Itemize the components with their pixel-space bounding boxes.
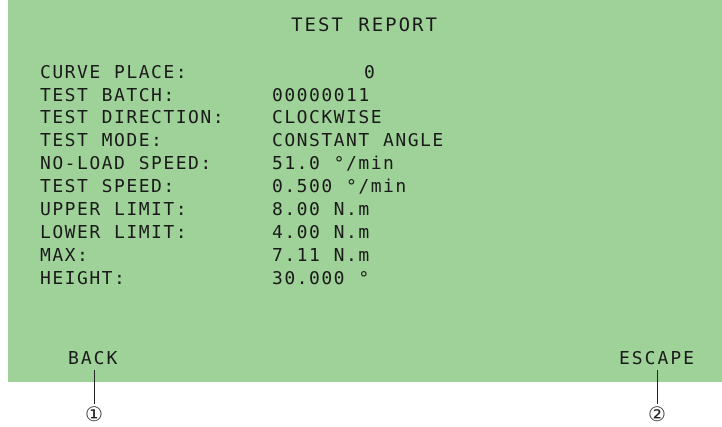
back-button[interactable]: BACK — [68, 348, 119, 369]
max-label: MAX: — [40, 245, 90, 266]
callout-leader-line-1 — [94, 370, 95, 404]
curve-place-value: 0 — [364, 62, 377, 83]
callout-marker-1: ① — [85, 402, 103, 426]
no-load-speed-label: NO-LOAD SPEED: — [40, 153, 213, 174]
test-speed-label: TEST SPEED: — [40, 176, 176, 197]
test-batch-label: TEST BATCH: — [40, 85, 176, 106]
test-batch-value: 00000011 — [272, 85, 371, 106]
lower-limit-label: LOWER LIMIT: — [40, 222, 189, 243]
report-title: TEST REPORT — [291, 14, 439, 36]
height-label: HEIGHT: — [40, 268, 127, 289]
test-direction-value: CLOCKWISE — [272, 107, 384, 128]
escape-button[interactable]: ESCAPE — [619, 348, 696, 369]
test-direction-label: TEST DIRECTION: — [40, 107, 226, 128]
test-mode-value: CONSTANT ANGLE — [272, 130, 445, 151]
upper-limit-value: 8.00 N.m — [272, 199, 371, 220]
curve-place-label: CURVE PLACE: — [40, 62, 189, 83]
upper-limit-label: UPPER LIMIT: — [40, 199, 189, 220]
callout-leader-line-2 — [657, 370, 658, 404]
callout-marker-2: ② — [648, 402, 666, 426]
height-value: 30.000 ° — [272, 268, 371, 289]
test-speed-value: 0.500 °/min — [272, 176, 408, 197]
lower-limit-value: 4.00 N.m — [272, 222, 371, 243]
no-load-speed-value: 51.0 °/min — [272, 153, 396, 174]
test-mode-label: TEST MODE: — [40, 130, 164, 151]
max-value: 7.11 N.m — [272, 245, 371, 266]
lcd-screen: TEST REPORT CURVE PLACE: 0 TEST BATCH: 0… — [8, 0, 722, 382]
